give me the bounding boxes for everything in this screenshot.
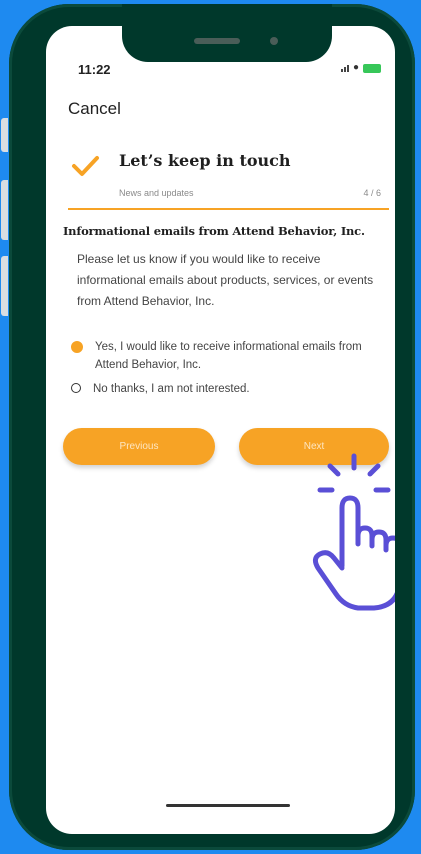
option-no-label: No thanks, I am not interested. — [93, 383, 250, 395]
tap-hand-icon — [312, 453, 395, 611]
step-counter: 4 / 6 — [363, 188, 381, 198]
phone-notch — [122, 4, 332, 62]
signal-icon — [340, 64, 349, 72]
section-description: Please let us know if you would like to … — [77, 252, 374, 308]
next-button[interactable]: Next — [239, 428, 389, 465]
home-indicator[interactable] — [166, 804, 290, 807]
camera-icon — [270, 37, 278, 45]
cancel-button[interactable]: Cancel — [68, 99, 121, 119]
phone-frame: 11:22 ● Cancel Let’s keep in touch News … — [9, 4, 415, 850]
step-subtitle: News and updates — [119, 188, 194, 198]
option-yes[interactable]: Yes, I would like to receive information… — [71, 338, 390, 374]
previous-button[interactable]: Previous — [63, 428, 215, 465]
radio-unselected-icon[interactable] — [71, 383, 81, 393]
phone-side-button-top — [1, 118, 8, 152]
wifi-icon: ● — [352, 62, 359, 73]
checkmark-icon — [72, 156, 99, 176]
phone-side-button-middle — [1, 180, 8, 240]
option-no[interactable]: No thanks, I am not interested. — [71, 380, 388, 398]
phone-side-button-bottom — [1, 256, 8, 316]
app-screen: 11:22 ● Cancel Let’s keep in touch News … — [46, 26, 395, 834]
section-title: Informational emails from Attend Behavio… — [63, 224, 365, 238]
status-icons: ● — [340, 62, 381, 73]
step-title: Let’s keep in touch — [119, 151, 291, 170]
option-yes-label: Yes, I would like to receive information… — [95, 341, 362, 371]
speaker-icon — [194, 38, 240, 44]
status-time: 11:22 — [78, 62, 111, 77]
progress-bar — [68, 208, 389, 210]
battery-icon — [363, 63, 381, 73]
radio-selected-icon[interactable] — [71, 341, 83, 353]
